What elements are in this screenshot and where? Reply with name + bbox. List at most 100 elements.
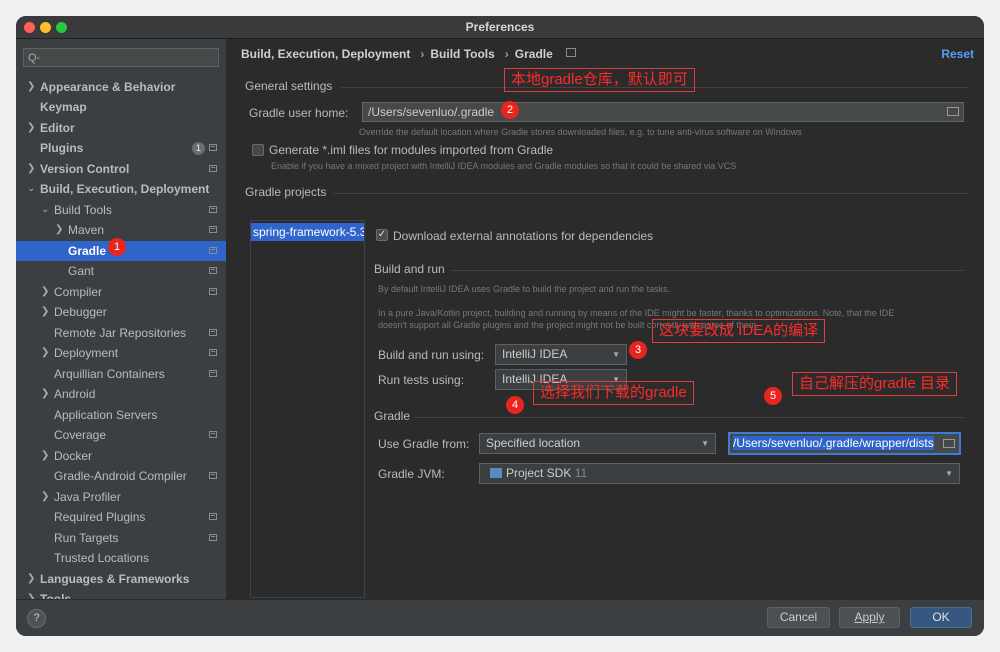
- chevron-right-icon: ❯: [41, 347, 50, 358]
- sidebar-item-gradle-android-compiler[interactable]: Gradle-Android Compiler: [16, 466, 226, 486]
- annotation-marker-3: 3: [629, 341, 647, 359]
- chevron-down-icon: ⌄: [41, 204, 50, 215]
- sidebar-item-run-targets[interactable]: Run Targets: [16, 528, 226, 548]
- sidebar-item-docker[interactable]: ❯ Docker: [16, 446, 226, 466]
- chevron-right-icon: ❯: [27, 573, 36, 584]
- breadcrumb: Build, Execution, Deployment › Build Tools…: [241, 47, 580, 61]
- sidebar-item-coverage[interactable]: Coverage: [16, 425, 226, 445]
- breadcrumb-item[interactable]: Build, Execution, Deployment: [241, 47, 410, 61]
- build-run-using-select[interactable]: IntelliJ IDEA ▼: [495, 344, 627, 365]
- annotation-local-gradle-repo: 本地gradle仓库，默认即可: [504, 68, 695, 92]
- sidebar-item-tools[interactable]: ❯ Tools: [16, 589, 226, 599]
- sidebar-item-maven[interactable]: ❯ Maven: [16, 220, 226, 240]
- breadcrumb-item[interactable]: Build Tools: [430, 47, 494, 61]
- sidebar-item-keymap[interactable]: Keymap: [16, 97, 226, 117]
- gradle-jvm-select[interactable]: Project SDK 11 ▼: [479, 463, 960, 484]
- gradle-jvm-label: Gradle JVM:: [378, 467, 445, 481]
- sidebar-item-application-servers[interactable]: Application Servers: [16, 405, 226, 425]
- use-gradle-from-select[interactable]: Specified location ▼: [479, 433, 716, 454]
- general-settings-title: General settings: [245, 79, 333, 93]
- dropdown-arrow-icon: ▼: [612, 350, 620, 359]
- gradle-section-title: Gradle: [374, 409, 411, 423]
- reset-link[interactable]: Reset: [941, 47, 974, 61]
- sidebar-item-build-execution-deployment[interactable]: ⌄ Build, Execution, Deployment: [16, 179, 226, 199]
- project-scope-icon: [209, 206, 217, 213]
- chevron-right-icon: ❯: [27, 163, 36, 174]
- sidebar-item-trusted-locations[interactable]: Trusted Locations: [16, 548, 226, 568]
- sidebar-item-arquillian-containers[interactable]: Arquillian Containers: [16, 364, 226, 384]
- plugins-update-badge: 1: [192, 142, 205, 155]
- dropdown-arrow-icon: ▼: [945, 469, 953, 478]
- build-run-hint: In a pure Java/Kotlin project, building …: [378, 308, 895, 318]
- annotation-marker-2: 2: [501, 101, 519, 119]
- project-scope-icon: [209, 534, 217, 541]
- cancel-button[interactable]: Cancel: [767, 607, 830, 628]
- run-tests-using-label: Run tests using:: [378, 373, 465, 387]
- preferences-window: Preferences Q- ❯ Appearance & Behavior Ke…: [16, 16, 984, 636]
- apply-button[interactable]: Apply: [839, 607, 900, 628]
- build-and-run-title: Build and run: [374, 262, 445, 276]
- project-scope-icon: [209, 472, 217, 479]
- annotation-change-to-idea: 这块要改成 IDEA的编译: [652, 319, 826, 343]
- annotation-marker-1: 1: [108, 238, 126, 256]
- settings-sidebar: Q- ❯ Appearance & Behavior Keymap ❯ Editor…: [16, 39, 226, 599]
- annotation-choose-downloaded-gradle: 选择我们下载的gradle: [533, 381, 694, 405]
- sidebar-item-java-profiler[interactable]: ❯ Java Profiler: [16, 487, 226, 507]
- project-scope-icon: [209, 329, 217, 336]
- sidebar-item-appearance[interactable]: ❯ Appearance & Behavior: [16, 77, 226, 97]
- chevron-right-icon: ❯: [27, 122, 36, 133]
- gradle-projects-title: Gradle projects: [245, 185, 327, 199]
- folder-icon[interactable]: [947, 107, 959, 116]
- ok-button[interactable]: OK: [910, 607, 972, 628]
- chevron-right-icon: ❯: [41, 286, 50, 297]
- divider: [414, 417, 964, 418]
- sidebar-item-version-control[interactable]: ❯ Version Control: [16, 159, 226, 179]
- settings-content: Build, Execution, Deployment › Build Tools…: [226, 39, 984, 599]
- sidebar-item-languages-frameworks[interactable]: ❯ Languages & Frameworks: [16, 569, 226, 589]
- chevron-right-icon: ❯: [27, 593, 36, 599]
- project-scope-icon: [209, 165, 217, 172]
- sidebar-item-remote-jar-repositories[interactable]: Remote Jar Repositories: [16, 323, 226, 343]
- sidebar-item-gant[interactable]: Gant: [16, 261, 226, 281]
- dropdown-arrow-icon: ▼: [701, 439, 709, 448]
- sidebar-item-build-tools[interactable]: ⌄ Build Tools: [16, 200, 226, 220]
- gradle-location-field[interactable]: /Users/sevenluo/.gradle/wrapper/dists: [728, 432, 961, 455]
- project-scope-icon: [566, 48, 577, 57]
- project-scope-icon: [209, 144, 217, 151]
- sidebar-item-editor[interactable]: ❯ Editor: [16, 118, 226, 138]
- breadcrumb-item: Gradle: [514, 47, 553, 61]
- folder-sdk-icon: [490, 468, 502, 478]
- build-run-using-label: Build and run using:: [378, 348, 485, 362]
- chevron-right-icon: ❯: [27, 81, 36, 92]
- chevron-right-icon: ❯: [41, 388, 50, 399]
- download-annotations-checkbox[interactable]: ✓: [376, 229, 388, 241]
- list-item[interactable]: spring-framework-5.3: [251, 223, 364, 241]
- sidebar-item-required-plugins[interactable]: Required Plugins: [16, 507, 226, 527]
- generate-iml-label: Generate *.iml files for modules importe…: [269, 143, 554, 157]
- folder-icon[interactable]: [943, 439, 955, 448]
- chevron-down-icon: ⌄: [27, 183, 36, 194]
- sidebar-item-android[interactable]: ❯ Android: [16, 384, 226, 404]
- chevron-right-icon: ❯: [41, 491, 50, 502]
- search-icon: Q-: [28, 52, 41, 64]
- gradle-projects-list: spring-framework-5.3: [250, 220, 365, 598]
- project-scope-icon: [209, 431, 217, 438]
- help-button[interactable]: ?: [27, 609, 46, 628]
- project-scope-icon: [209, 513, 217, 520]
- generate-iml-checkbox[interactable]: [252, 144, 264, 156]
- sidebar-item-plugins[interactable]: Plugins 1: [16, 138, 226, 158]
- chevron-right-icon: ›: [420, 47, 425, 61]
- sidebar-item-compiler[interactable]: ❯ Compiler: [16, 282, 226, 302]
- chevron-right-icon: ❯: [41, 450, 50, 461]
- chevron-right-icon: ›: [504, 47, 509, 61]
- dialog-footer: ? Cancel Apply OK: [16, 599, 984, 636]
- annotation-marker-4: 4: [506, 396, 524, 414]
- gradle-user-home-field[interactable]: /Users/sevenluo/.gradle: [362, 102, 964, 122]
- sidebar-item-debugger[interactable]: ❯ Debugger: [16, 302, 226, 322]
- settings-search-input[interactable]: Q-: [23, 48, 219, 67]
- title-bar: Preferences: [16, 16, 984, 39]
- project-scope-icon: [209, 226, 217, 233]
- use-gradle-from-label: Use Gradle from:: [378, 437, 470, 451]
- project-scope-icon: [209, 370, 217, 377]
- sidebar-item-deployment[interactable]: ❯ Deployment: [16, 343, 226, 363]
